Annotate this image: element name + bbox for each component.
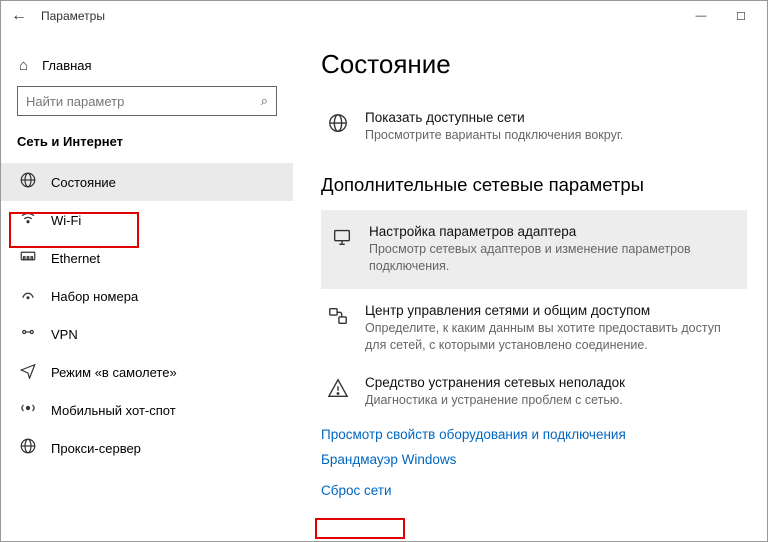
dialup-icon: [19, 285, 37, 307]
wifi-icon: [19, 209, 37, 231]
troubleshoot-sub: Диагностика и устранение проблем с сетью…: [365, 392, 625, 409]
hotspot-icon: [19, 399, 37, 421]
troubleshoot-title: Средство устранения сетевых неполадок: [365, 375, 625, 390]
sidebar-item-dialup[interactable]: Набор номера: [1, 277, 293, 315]
sharing-icon: [327, 305, 351, 354]
search-icon: ⌕: [261, 93, 268, 109]
titlebar: ← Параметры — ☐: [1, 1, 767, 31]
sidebar-item-proxy[interactable]: Прокси-сервер: [1, 429, 293, 467]
search-placeholder: Найти параметр: [26, 94, 124, 109]
sidebar-item-label: Ethernet: [51, 251, 100, 266]
highlight-box-reset: [315, 518, 405, 539]
page-title: Состояние: [321, 49, 747, 80]
sharing-title: Центр управления сетями и общим доступом: [365, 303, 741, 318]
proxy-icon: [19, 437, 37, 459]
content-pane: Состояние Показать доступные сети Просмо…: [293, 31, 767, 541]
sidebar-item-wifi[interactable]: Wi-Fi: [1, 201, 293, 239]
link-network-reset[interactable]: Сброс сети: [321, 483, 392, 498]
troubleshoot-row[interactable]: Средство устранения сетевых неполадок Ди…: [321, 367, 747, 417]
adapter-sub: Просмотр сетевых адаптеров и изменение п…: [369, 241, 737, 275]
search-input[interactable]: Найти параметр ⌕: [17, 86, 277, 116]
sidebar-item-vpn[interactable]: VPN: [1, 315, 293, 353]
sharing-center-row[interactable]: Центр управления сетями и общим доступом…: [321, 295, 747, 362]
sidebar-item-ethernet[interactable]: Ethernet: [1, 239, 293, 277]
minimize-button[interactable]: —: [681, 2, 721, 30]
advanced-heading: Дополнительные сетевые параметры: [321, 174, 747, 196]
sidebar: ⌂ Главная Найти параметр ⌕ Сеть и Интерн…: [1, 31, 293, 541]
sidebar-section-label: Сеть и Интернет: [1, 134, 293, 163]
link-firewall[interactable]: Брандмауэр Windows: [321, 452, 747, 467]
sidebar-item-label: Прокси-сервер: [51, 441, 141, 456]
back-button[interactable]: ←: [11, 7, 27, 25]
maximize-button[interactable]: ☐: [721, 2, 761, 30]
warning-icon: [327, 377, 351, 409]
vpn-icon: [19, 323, 37, 345]
sidebar-item-label: Состояние: [51, 175, 116, 190]
show-networks-row[interactable]: Показать доступные сети Просмотрите вари…: [321, 102, 747, 152]
sharing-sub: Определите, к каким данным вы хотите пре…: [365, 320, 741, 354]
sidebar-home[interactable]: ⌂ Главная: [1, 51, 293, 86]
sidebar-item-status[interactable]: Состояние: [1, 163, 293, 201]
home-icon: ⌂: [19, 57, 28, 74]
ethernet-icon: [19, 247, 37, 269]
globe-icon: [327, 112, 351, 144]
sidebar-item-label: Набор номера: [51, 289, 138, 304]
sidebar-home-label: Главная: [42, 58, 91, 73]
sidebar-item-airplane[interactable]: Режим «в самолете»: [1, 353, 293, 391]
link-hardware-properties[interactable]: Просмотр свойств оборудования и подключе…: [321, 427, 747, 442]
adapter-settings-row[interactable]: Настройка параметров адаптера Просмотр с…: [321, 210, 747, 289]
sidebar-item-label: VPN: [51, 327, 78, 342]
sidebar-item-label: Мобильный хот-спот: [51, 403, 176, 418]
adapter-icon: [331, 226, 355, 275]
sidebar-item-label: Режим «в самолете»: [51, 365, 177, 380]
adapter-title: Настройка параметров адаптера: [369, 224, 737, 239]
show-networks-title: Показать доступные сети: [365, 110, 623, 125]
sidebar-item-label: Wi-Fi: [51, 213, 81, 228]
show-networks-sub: Просмотрите варианты подключения вокруг.: [365, 127, 623, 144]
sidebar-item-hotspot[interactable]: Мобильный хот-спот: [1, 391, 293, 429]
window-title: Параметры: [41, 9, 105, 23]
plane-icon: [19, 361, 37, 383]
globe-icon: [19, 171, 37, 193]
